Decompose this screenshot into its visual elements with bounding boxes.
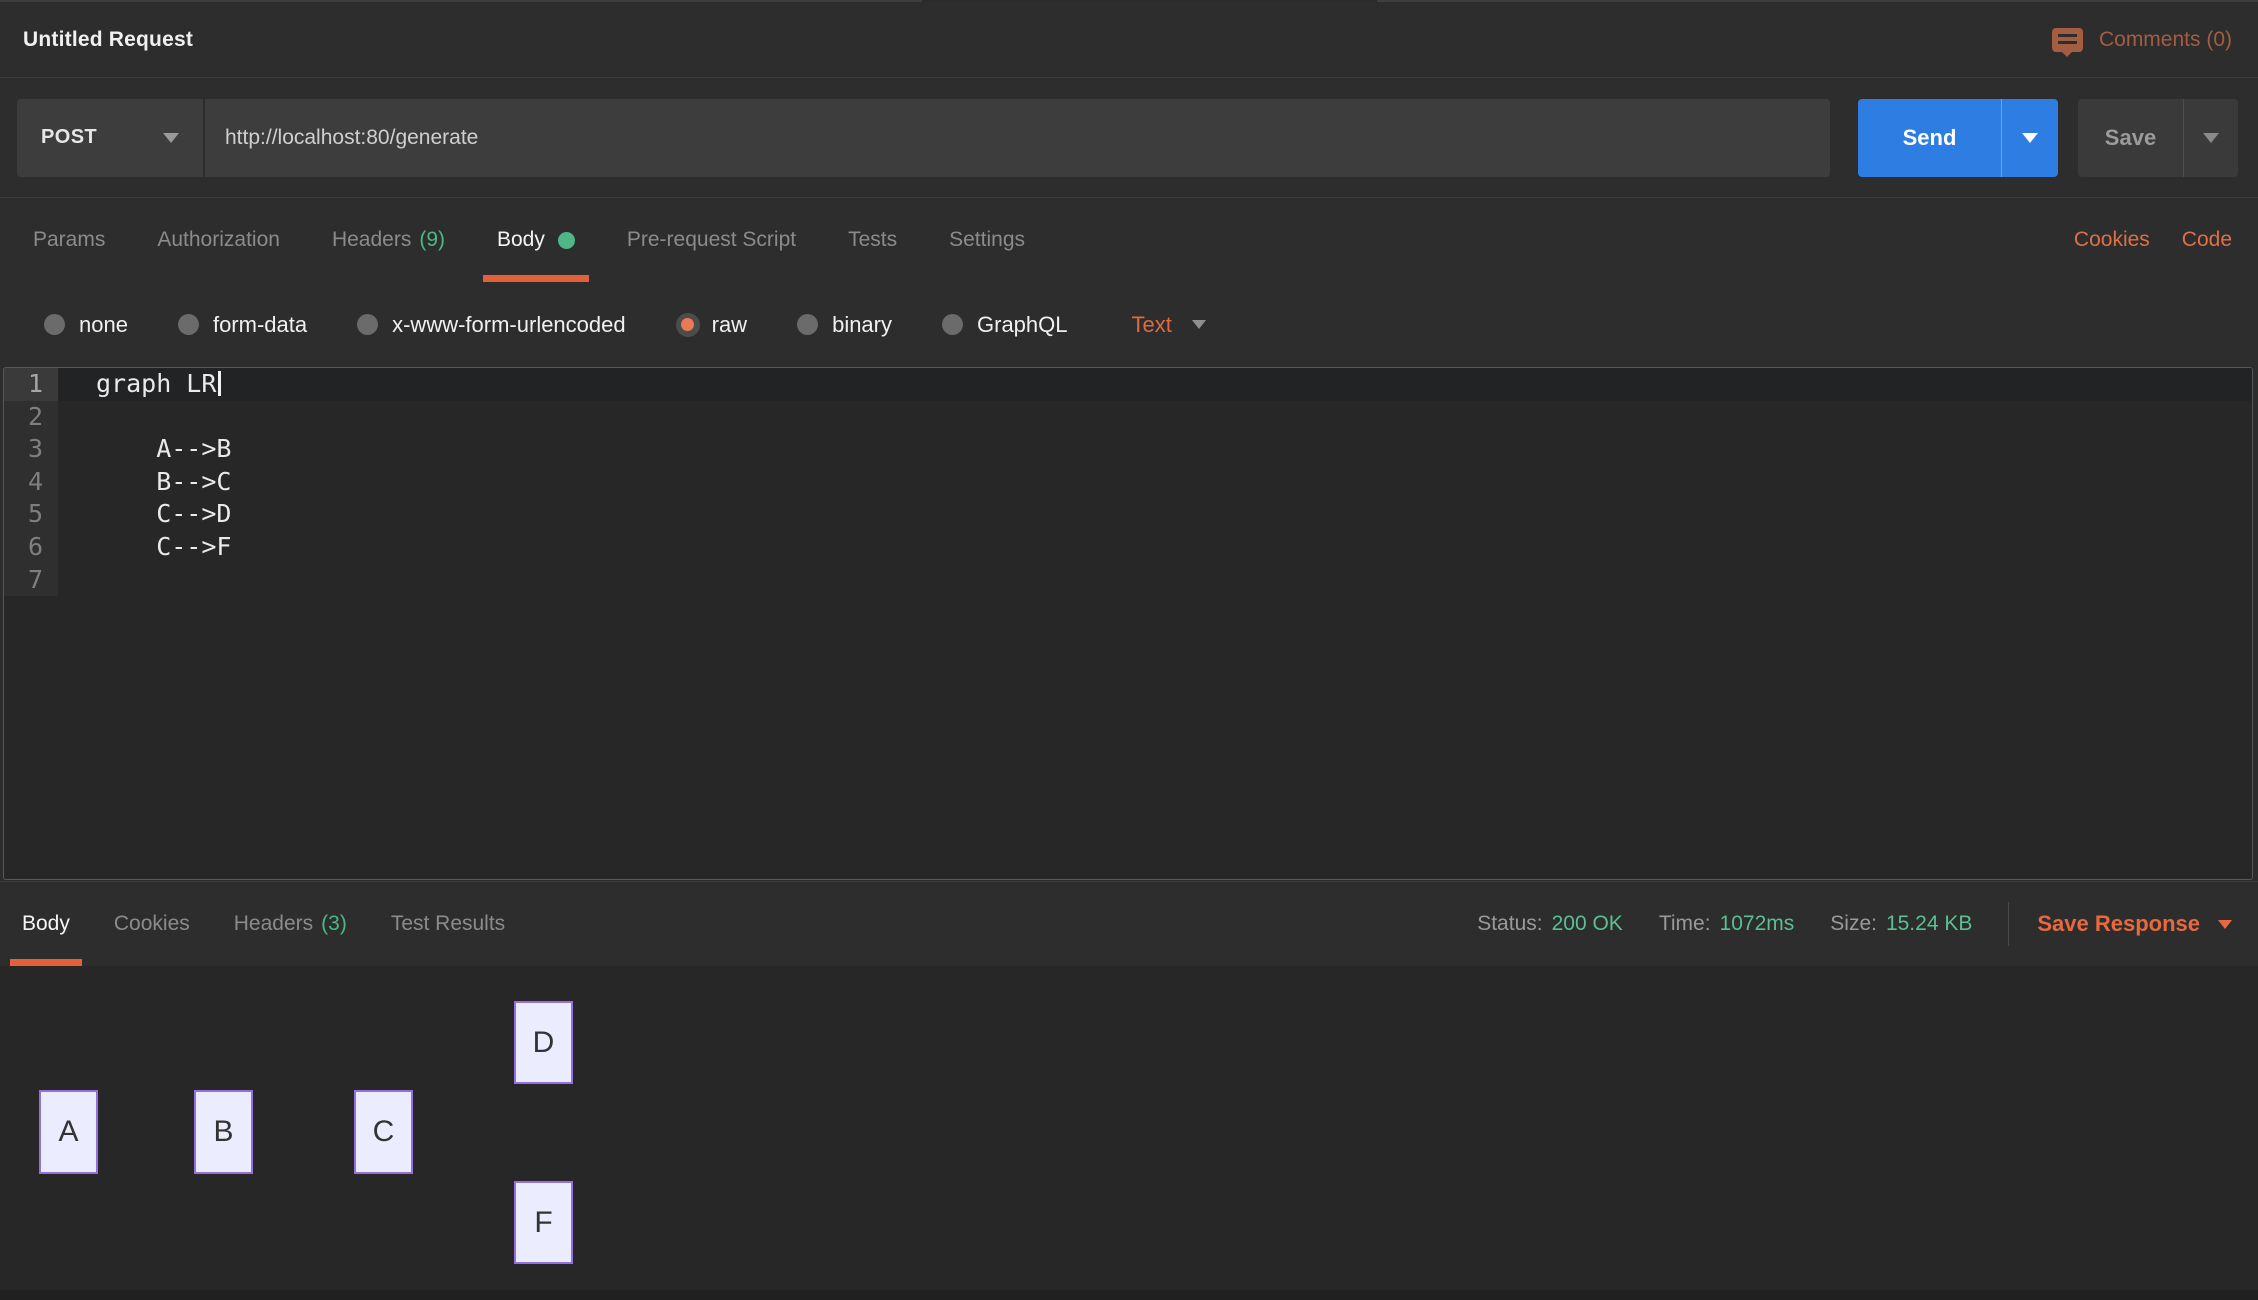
tab-params[interactable]: Params — [33, 198, 105, 282]
editor-line[interactable]: 7 — [4, 564, 2252, 597]
chevron-down-icon — [163, 133, 179, 143]
code-text: A-->B — [58, 433, 2252, 466]
radio-icon — [797, 314, 818, 335]
line-number: 5 — [4, 498, 58, 531]
graph-node-D: D — [514, 1001, 573, 1084]
editor-line[interactable]: 5 C-->D — [4, 498, 2252, 531]
active-tab-underline — [10, 959, 82, 966]
response-meta: Status: 200 OK Time: 1072ms Size: 15.24 … — [1441, 902, 2236, 946]
radio-binary[interactable]: binary — [797, 312, 892, 338]
method-dropdown[interactable]: POST — [17, 99, 205, 177]
tab-body[interactable]: Body — [497, 198, 575, 282]
divider — [2008, 902, 2009, 946]
radio-none[interactable]: none — [44, 312, 128, 338]
code-text: C-->F — [58, 531, 2252, 564]
response-header: Body Cookies Headers (3) Test Results St… — [0, 881, 2258, 966]
size-badge: Size: 15.24 KB — [1830, 912, 1972, 936]
line-number: 6 — [4, 531, 58, 564]
comment-bubble-icon — [2052, 28, 2083, 52]
request-title-bar: Untitled Request Comments (0) — [0, 2, 2258, 78]
graph-node-A: A — [39, 1090, 98, 1174]
cookies-link[interactable]: Cookies — [2074, 228, 2150, 252]
chevron-down-icon — [2022, 133, 2038, 143]
editor-line[interactable]: 6 C-->F — [4, 531, 2252, 564]
graph-node-F: F — [514, 1181, 573, 1264]
radio-icon — [178, 314, 199, 335]
chevron-down-icon — [2203, 133, 2219, 143]
time-badge: Time: 1072ms — [1659, 912, 1794, 936]
response-tab-cookies[interactable]: Cookies — [114, 882, 190, 966]
response-graph: A B C D F — [0, 966, 2258, 1290]
save-button[interactable]: Save — [2078, 99, 2183, 177]
code-text: graph LR — [96, 369, 216, 398]
url-box: POST — [17, 99, 1830, 177]
bottom-scroll-track — [0, 1290, 2258, 1300]
send-button-group: Send — [1858, 99, 2058, 177]
save-options-button[interactable] — [2183, 99, 2238, 177]
text-cursor — [218, 371, 221, 396]
editor-line[interactable]: 2 — [4, 401, 2252, 434]
body-modified-dot — [558, 232, 575, 249]
chevron-down-icon — [2218, 920, 2232, 929]
save-response-button[interactable]: Save Response — [2023, 911, 2236, 937]
code-text — [58, 564, 2252, 597]
response-body: A B C D F — [0, 966, 2258, 1290]
tab-headers[interactable]: Headers (9) — [332, 198, 445, 282]
chevron-down-icon — [1192, 320, 1206, 329]
graph-node-C: C — [354, 1090, 413, 1174]
request-tabs: Params Authorization Headers (9) Body Pr… — [0, 197, 2258, 282]
response-headers-count-badge: (3) — [321, 912, 347, 936]
radio-x-www-form-urlencoded[interactable]: x-www-form-urlencoded — [357, 312, 626, 338]
line-number: 3 — [4, 433, 58, 466]
headers-count-badge: (9) — [419, 228, 445, 252]
status-badge: Status: 200 OK — [1477, 912, 1623, 936]
graph-node-B: B — [194, 1090, 253, 1174]
tab-pre-request-script[interactable]: Pre-request Script — [627, 198, 796, 282]
response-tab-test-results[interactable]: Test Results — [391, 882, 505, 966]
code-text: C-->D — [58, 498, 2252, 531]
code-link[interactable]: Code — [2182, 228, 2232, 252]
tab-tests[interactable]: Tests — [848, 198, 897, 282]
line-number: 4 — [4, 466, 58, 499]
radio-graphql[interactable]: GraphQL — [942, 312, 1068, 338]
request-url-row: POST Send Save — [0, 78, 2258, 197]
line-number: 1 — [4, 368, 58, 401]
radio-selected-icon — [676, 313, 700, 337]
tab-settings[interactable]: Settings — [949, 198, 1025, 282]
radio-icon — [44, 314, 65, 335]
postman-window: Untitled Request Comments (0) POST Send … — [0, 0, 2258, 1300]
line-number: 7 — [4, 564, 58, 597]
send-button[interactable]: Send — [1858, 99, 2001, 177]
page-title: Untitled Request — [23, 28, 193, 52]
method-label: POST — [41, 126, 97, 149]
radio-form-data[interactable]: form-data — [178, 312, 307, 338]
active-tab-underline — [483, 275, 589, 282]
raw-format-dropdown[interactable]: Text — [1132, 312, 1206, 338]
editor-line[interactable]: 1 graph LR — [4, 368, 2252, 401]
radio-icon — [942, 314, 963, 335]
radio-raw[interactable]: raw — [676, 312, 747, 338]
line-number: 2 — [4, 401, 58, 434]
tab-authorization[interactable]: Authorization — [157, 198, 280, 282]
raw-body-editor[interactable]: 1 graph LR 2 3 A-->B 4 B-->C 5 C-->D 6 C… — [3, 367, 2253, 880]
editor-line[interactable]: 4 B-->C — [4, 466, 2252, 499]
code-text — [58, 401, 2252, 434]
editor-line[interactable]: 3 A-->B — [4, 433, 2252, 466]
response-tab-headers[interactable]: Headers (3) — [234, 882, 347, 966]
comments-label: Comments (0) — [2099, 28, 2232, 52]
comments-button[interactable]: Comments (0) — [2052, 28, 2232, 52]
url-input[interactable] — [205, 99, 1830, 177]
radio-icon — [357, 314, 378, 335]
send-options-button[interactable] — [2001, 99, 2058, 177]
code-text: B-->C — [58, 466, 2252, 499]
response-tab-body[interactable]: Body — [22, 882, 70, 966]
body-type-row: none form-data x-www-form-urlencoded raw… — [0, 282, 2258, 367]
save-button-group: Save — [2078, 99, 2238, 177]
